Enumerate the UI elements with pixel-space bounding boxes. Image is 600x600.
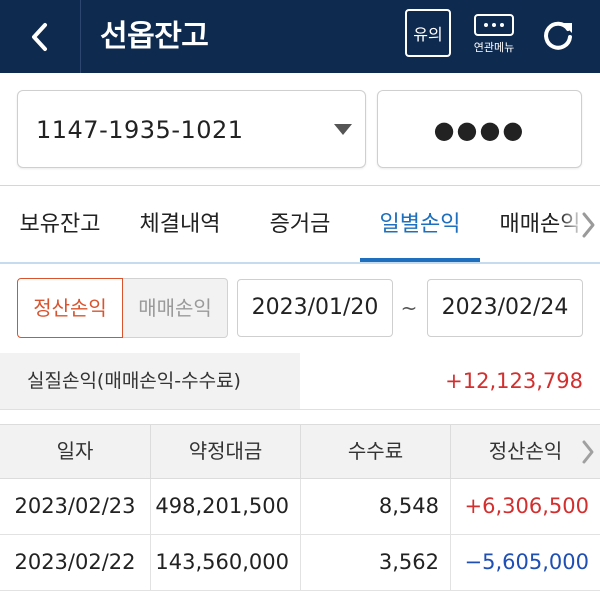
- back-button[interactable]: [0, 0, 80, 73]
- related-menu-button[interactable]: 연관메뉴: [468, 10, 524, 62]
- account-select[interactable]: 1147-1935-1021: [17, 90, 366, 168]
- chevron-right-icon[interactable]: [578, 437, 598, 467]
- table-row[interactable]: 2023/02/22 143,560,000 3,562 −5,605,000: [0, 535, 600, 591]
- related-menu-label: 연관메뉴: [473, 41, 515, 54]
- refresh-button[interactable]: [535, 12, 581, 58]
- tab-bar: 보유잔고 체결내역 증거금 일별손익 매매손익: [0, 186, 600, 263]
- more-dots-icon: [474, 14, 514, 36]
- chevron-right-icon[interactable]: [576, 208, 600, 242]
- column-header-date: 일자: [56, 439, 94, 463]
- cell-amount: 143,560,000: [150, 535, 300, 590]
- caret-down-icon: [334, 124, 352, 135]
- column-header-amount: 약정대금: [150, 425, 300, 478]
- trade-pnl-toggle[interactable]: 매매손익: [123, 278, 228, 338]
- tab-holdings[interactable]: 보유잔고: [0, 186, 120, 263]
- cell-date: 2023/02/23: [14, 494, 136, 518]
- settlement-pnl-toggle[interactable]: 정산손익: [17, 278, 123, 338]
- tab-margin[interactable]: 증거금: [240, 186, 360, 263]
- chevron-left-icon: [32, 22, 47, 51]
- page-title: 선옵잔고: [100, 19, 209, 54]
- tab-executions[interactable]: 체결내역: [120, 186, 240, 263]
- cell-date: 2023/02/22: [14, 550, 136, 574]
- summary-divider: [0, 409, 600, 410]
- password-field[interactable]: ●●●●: [377, 90, 582, 168]
- cell-pnl: −5,605,000: [450, 535, 600, 590]
- account-number: 1147-1935-1021: [36, 116, 244, 144]
- table-header: 일자 약정대금 수수료 정산손익: [0, 424, 600, 479]
- column-header-fee: 수수료: [300, 425, 450, 478]
- refresh-icon: [544, 21, 572, 50]
- cell-amount: 498,201,500: [150, 479, 300, 534]
- header-divider: [80, 0, 81, 73]
- end-date-field[interactable]: 2023/02/24: [427, 279, 583, 337]
- notice-button[interactable]: 유의: [405, 9, 451, 57]
- daily-pnl-table: 일자 약정대금 수수료 정산손익 2023/02/23 498,201,500 …: [0, 424, 600, 600]
- tab-daily-pnl[interactable]: 일별손익: [360, 186, 480, 263]
- pnl-type-toggle: 정산손익 매매손익: [17, 278, 228, 338]
- table-row[interactable]: 2023/02/23 498,201,500 8,548 +6,306,500: [0, 479, 600, 535]
- summary-value: +12,123,798: [445, 369, 583, 393]
- summary-label: 실질손익(매매손익-수수료): [27, 370, 241, 392]
- app-header: 선옵잔고 유의 연관메뉴: [0, 0, 600, 73]
- cell-fee: 3,562: [300, 535, 450, 590]
- cell-fee: 8,548: [300, 479, 450, 534]
- date-range-separator: ~: [400, 296, 418, 320]
- start-date-field[interactable]: 2023/01/20: [237, 279, 393, 337]
- cell-pnl: +6,306,500: [450, 479, 600, 534]
- tabs-bottom-border: [0, 262, 600, 264]
